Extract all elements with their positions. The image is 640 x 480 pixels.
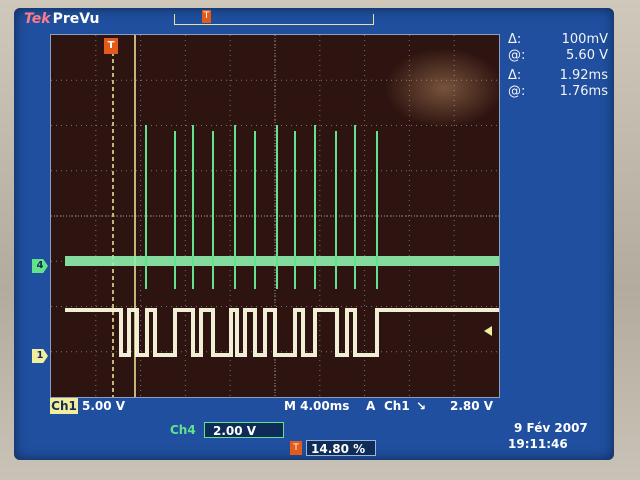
ch4-scale[interactable]: 2.00 V [204,422,284,438]
trigger-slope-icon[interactable]: ↘ [416,398,426,414]
cursor-delta-time: 1.92ms [559,68,608,83]
waveform-graticule [50,34,500,398]
timebase-readout[interactable]: M 4.00ms [284,398,349,414]
cursor-delta-symbol: Δ: [508,32,522,47]
graticule-svg [51,35,499,397]
trigger-level[interactable]: 2.80 V [450,398,493,414]
trigger-mode[interactable]: A [366,398,375,414]
trigger-source[interactable]: Ch1 [384,398,410,414]
cursor-at-time: 1.76ms [559,84,608,99]
brand-mode-label: Tek PreVu [24,11,100,27]
cursor-at-symbol: @: [508,84,526,99]
cursor-readout-row: @: 5.60 V [508,48,608,64]
ch1-trace [65,308,499,357]
acquisition-mode: PreVu [52,11,100,27]
top-status-bar: Tek PreVu T [14,8,614,32]
cursor-delta-symbol: Δ: [508,68,522,83]
cursor-readout-row: @: 1.76ms [508,84,608,100]
scope-bezel: TekPreVu T T 4 1 Δ: 100mV @: 5.60 V Δ: [0,0,640,480]
trigger-position-icon: T [290,441,302,455]
trigger-position-value[interactable]: 14.80 % [306,440,376,456]
trigger-position-marker[interactable]: T [104,38,118,54]
scope-screen: TekPreVu T T 4 1 Δ: 100mV @: 5.60 V Δ: [14,8,614,460]
date-display: 9 Fév 2007 [514,421,588,435]
cursor-readout-row: Δ: 100mV [508,32,608,48]
trigger-level-arrow-icon[interactable] [484,326,492,336]
record-trigger-marker: T [202,10,211,23]
cursor-readouts: Δ: 100mV @: 5.60 V Δ: 1.92ms @: 1.76ms [508,32,608,100]
bottom-status-bar: Ch1 5.00 V Ch4 2.00 V M 4.00ms A Ch1 ↘ 2… [14,396,614,460]
cursor-at-symbol: @: [508,48,526,63]
ch4-trace-baseline [65,256,499,266]
ch1-scale[interactable]: 5.00 V [82,398,152,414]
cursor-readout-row: Δ: 1.92ms [508,68,608,84]
ch1-label[interactable]: Ch1 [50,398,78,414]
brand-logo: Tek [24,11,51,27]
ch1-ground-marker[interactable]: 1 [32,349,48,363]
time-display: 19:11:46 [508,437,568,451]
cursor-delta-voltage: 100mV [561,32,608,47]
cursor-at-voltage: 5.60 V [566,48,608,63]
ch4-ground-marker[interactable]: 4 [32,259,48,273]
ch4-label[interactable]: Ch4 [170,422,200,438]
